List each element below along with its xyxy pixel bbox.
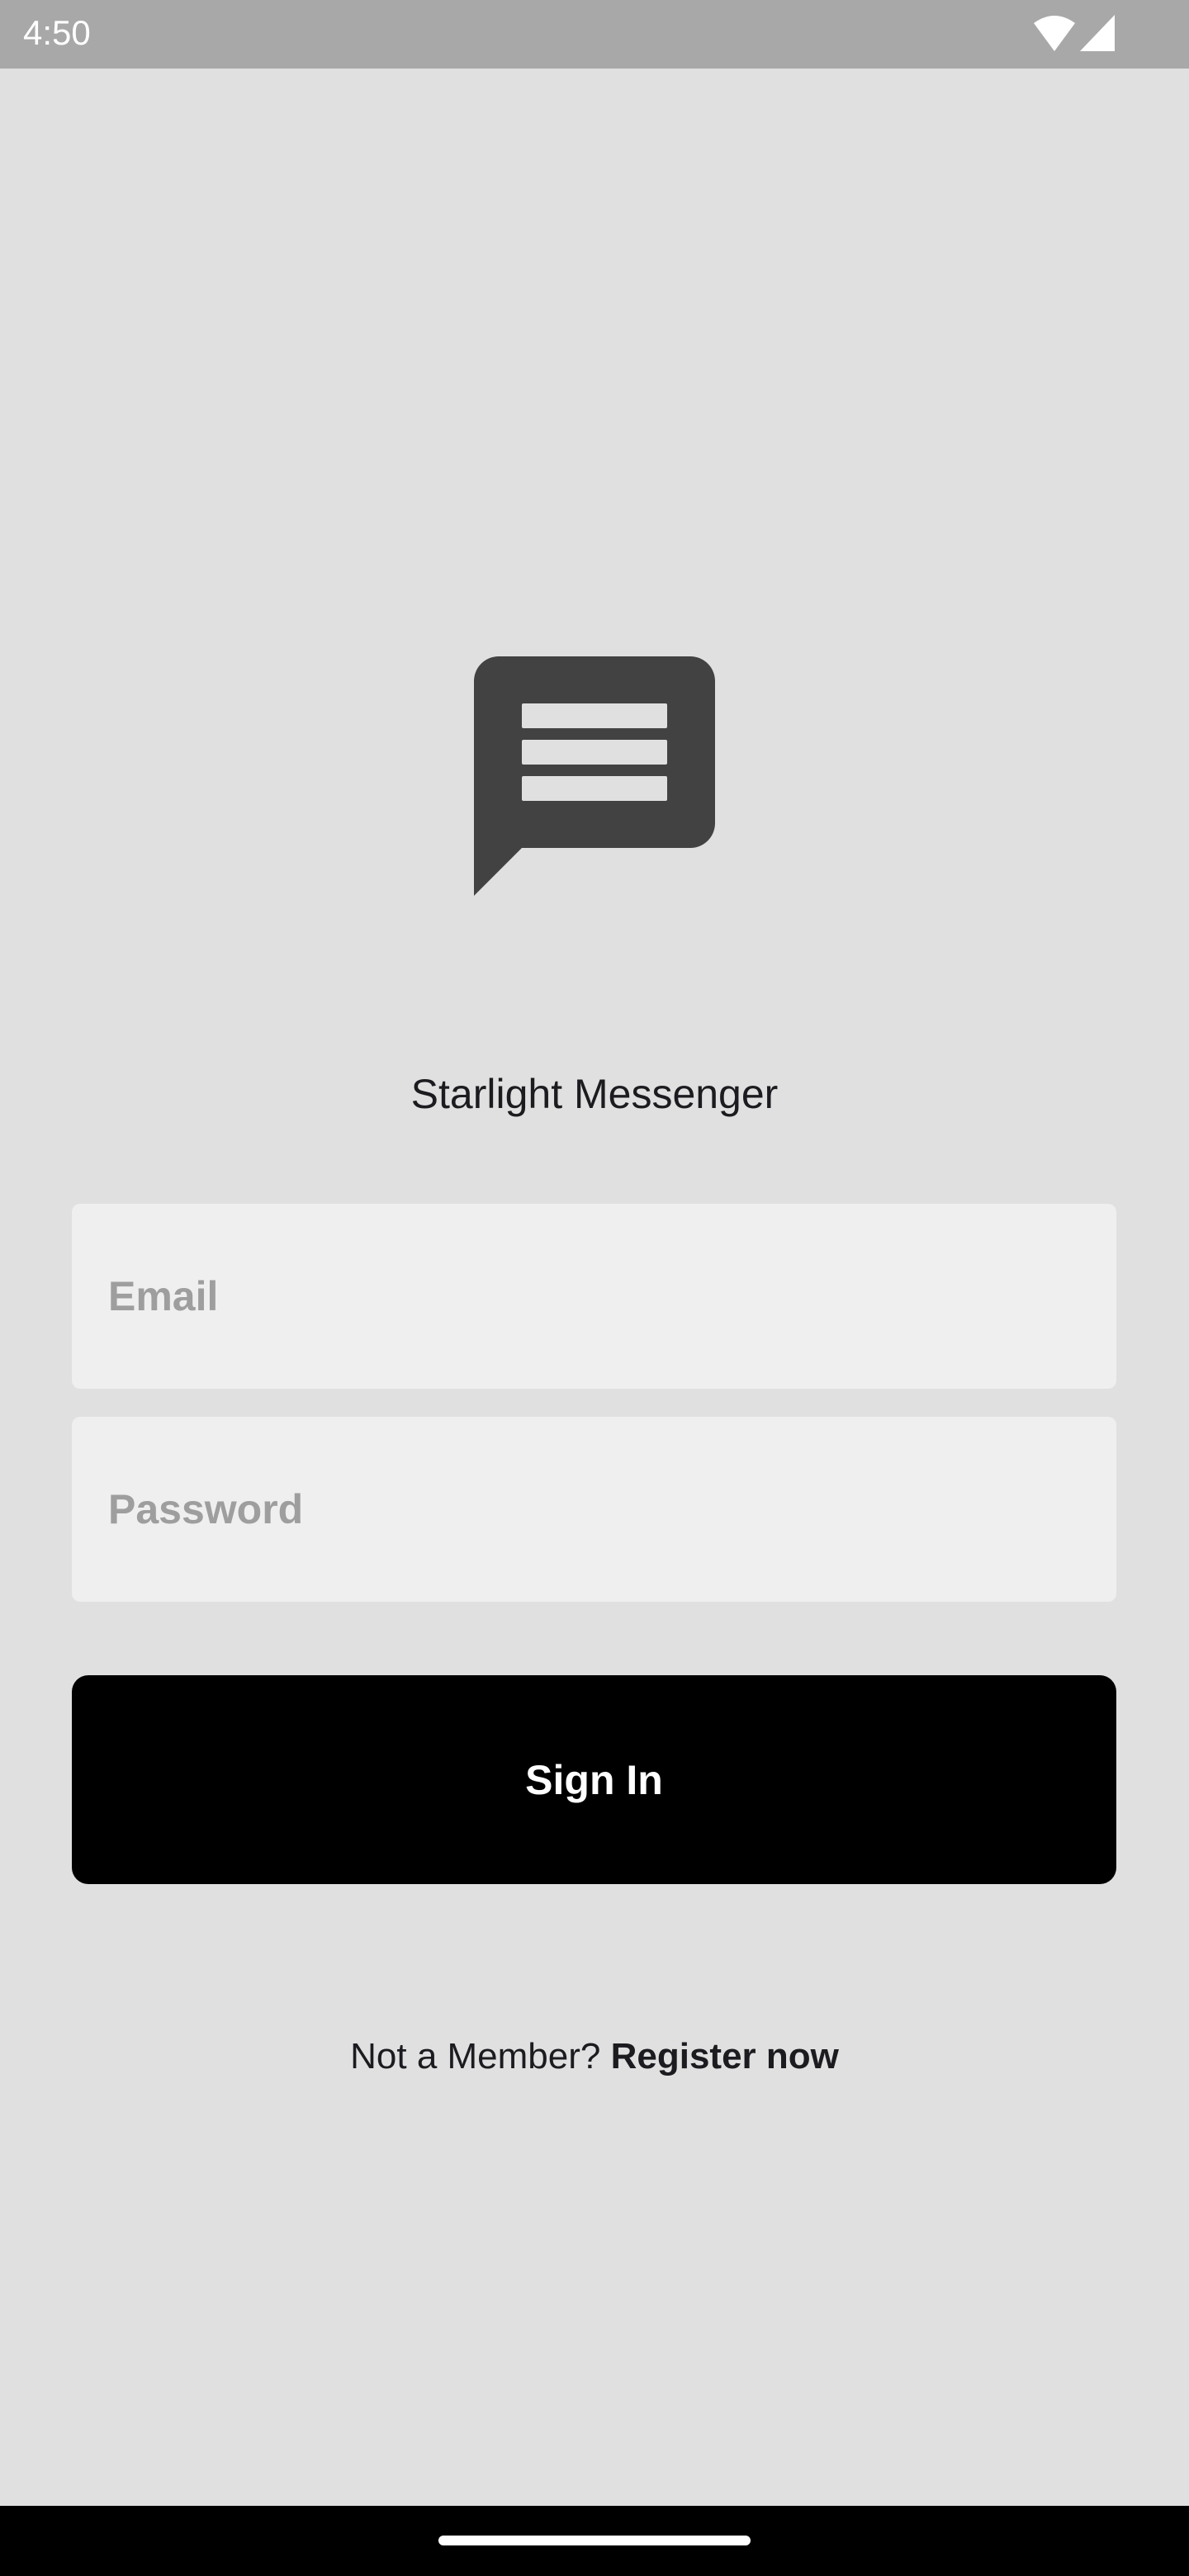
app-title: Starlight Messenger xyxy=(410,1071,779,1117)
register-now-link[interactable]: Register now xyxy=(611,2036,839,2076)
status-bar: 4:50 xyxy=(0,0,1189,69)
home-gesture-handle[interactable] xyxy=(438,2536,751,2545)
sign-in-button[interactable]: Sign In xyxy=(72,1675,1116,1884)
password-input[interactable] xyxy=(72,1417,1116,1602)
wifi-icon xyxy=(1034,16,1075,51)
status-time: 4:50 xyxy=(23,13,91,52)
register-prompt-text: Not a Member? xyxy=(350,2036,601,2076)
chat-bubble-lines-icon xyxy=(474,656,715,896)
email-input[interactable] xyxy=(72,1204,1116,1389)
register-prompt: Not a Member? Register now xyxy=(0,2036,1189,2077)
cellular-signal-icon xyxy=(1080,15,1115,51)
navigation-bar xyxy=(0,2506,1189,2576)
